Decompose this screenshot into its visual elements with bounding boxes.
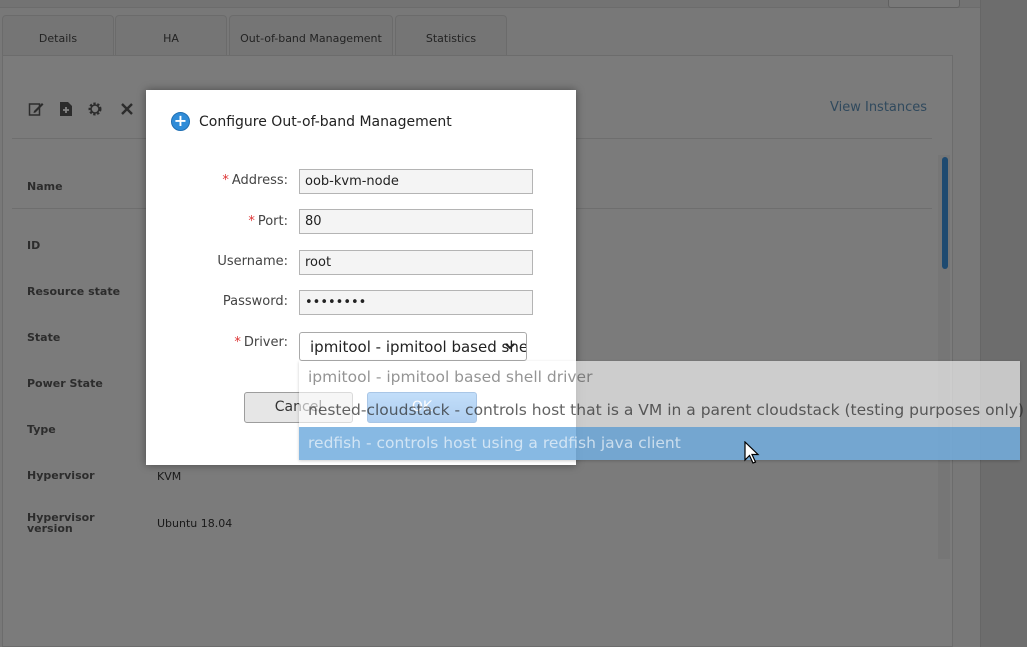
port-label-text: Port: (257, 214, 288, 229)
chevron-down-icon (505, 343, 515, 350)
dialog-title: Configure Out-of-band Management (199, 114, 452, 130)
driver-select[interactable]: ipmitool - ipmitool based shell driver (299, 332, 527, 361)
port-label: * Port: (248, 214, 288, 229)
password-label: Password: (222, 294, 288, 309)
required-marker: * (248, 214, 255, 229)
username-input[interactable]: root (299, 250, 533, 275)
driver-option-ipmitool[interactable]: ipmitool - ipmitool based shell driver (299, 361, 1020, 394)
driver-option-redfish[interactable]: redfish - controls host using a redfish … (299, 427, 1020, 460)
password-input[interactable]: •••••••• (299, 290, 533, 315)
required-marker: * (234, 335, 241, 350)
mouse-cursor-icon (744, 441, 760, 464)
plus-circle-icon: + (171, 112, 190, 131)
username-label: Username: (217, 254, 288, 269)
driver-dropdown-list: ipmitool - ipmitool based shell driver n… (299, 361, 1024, 460)
address-label-text: Address: (231, 173, 288, 188)
driver-option-nested-cloudstack[interactable]: nested-cloudstack - controls host that i… (299, 394, 1024, 427)
driver-label: * Driver: (234, 335, 288, 350)
required-marker: * (222, 173, 229, 188)
driver-label-text: Driver: (243, 335, 288, 350)
address-label: * Address: (222, 173, 288, 188)
port-input[interactable]: 80 (299, 209, 533, 234)
address-input[interactable]: oob-kvm-node (299, 169, 533, 194)
